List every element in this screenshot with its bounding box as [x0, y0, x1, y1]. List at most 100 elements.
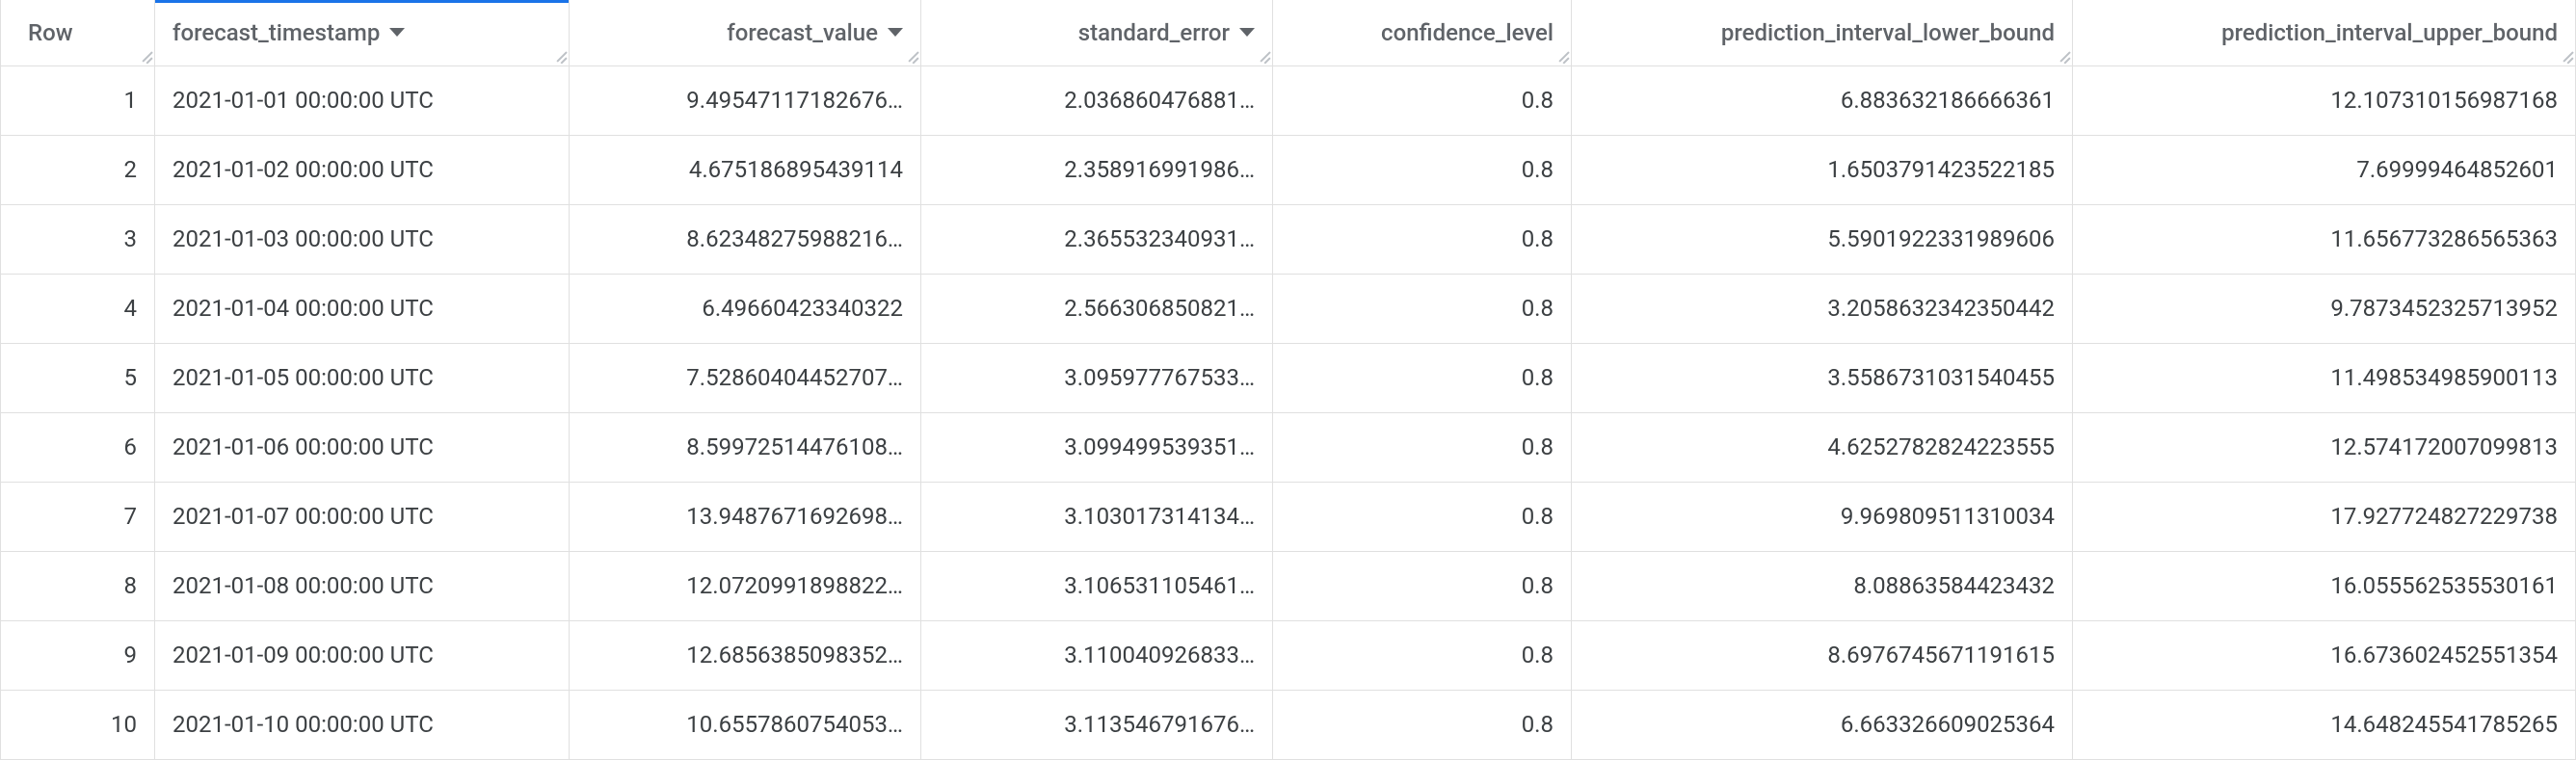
cell-cl: 0.8 — [1273, 620, 1572, 690]
table-row[interactable]: 72021-01-07 00:00:00 UTC13.9487671692698… — [1, 482, 2576, 551]
resize-handle-icon[interactable] — [135, 46, 152, 64]
table-row[interactable]: 32021-01-03 00:00:00 UTC8.62348275988216… — [1, 204, 2576, 274]
resize-handle-icon[interactable] — [1253, 46, 1270, 64]
table-row[interactable]: 102021-01-10 00:00:00 UTC10.655786075405… — [1, 690, 2576, 759]
cell-cl: 0.8 — [1273, 690, 1572, 759]
cell-row: 3 — [1, 204, 155, 274]
cell-ts: 2021-01-06 00:00:00 UTC — [155, 412, 570, 482]
cell-fv: 8.62348275988216… — [570, 204, 921, 274]
column-header-standard-error[interactable]: standard_error — [921, 0, 1273, 66]
resize-handle-icon[interactable] — [2556, 46, 2573, 64]
cell-upper: 7.69999464852601 — [2073, 135, 2576, 204]
cell-fv: 8.59972514476108… — [570, 412, 921, 482]
column-header-prediction-upper[interactable]: prediction_interval_upper_bound — [2073, 0, 2576, 66]
table-row[interactable]: 52021-01-05 00:00:00 UTC7.52860404452707… — [1, 343, 2576, 412]
column-header-forecast-timestamp[interactable]: forecast_timestamp — [155, 0, 570, 66]
cell-ts: 2021-01-02 00:00:00 UTC — [155, 135, 570, 204]
cell-fv: 12.6856385098352… — [570, 620, 921, 690]
cell-upper: 11.498534985900113 — [2073, 343, 2576, 412]
table-row[interactable]: 42021-01-04 00:00:00 UTC6.49660423340322… — [1, 274, 2576, 343]
cell-fv: 9.49547117182676… — [570, 66, 921, 135]
cell-upper: 11.656773286565363 — [2073, 204, 2576, 274]
cell-cl: 0.8 — [1273, 66, 1572, 135]
cell-row: 8 — [1, 551, 155, 620]
cell-lower: 6.663326609025364 — [1572, 690, 2073, 759]
resize-handle-icon[interactable] — [1552, 46, 1569, 64]
cell-row: 1 — [1, 66, 155, 135]
column-header-confidence-level[interactable]: confidence_level — [1273, 0, 1572, 66]
cell-lower: 1.6503791423522185 — [1572, 135, 2073, 204]
header-row: Row forecast_timestamp forecast_value — [1, 0, 2576, 66]
table-row[interactable]: 22021-01-02 00:00:00 UTC4.67518689543911… — [1, 135, 2576, 204]
cell-ts: 2021-01-10 00:00:00 UTC — [155, 690, 570, 759]
cell-se: 2.365532340931… — [921, 204, 1273, 274]
cell-upper: 9.7873452325713952 — [2073, 274, 2576, 343]
cell-lower: 5.5901922331989606 — [1572, 204, 2073, 274]
cell-upper: 16.055562535530161 — [2073, 551, 2576, 620]
column-header-row[interactable]: Row — [1, 0, 155, 66]
cell-ts: 2021-01-04 00:00:00 UTC — [155, 274, 570, 343]
table-row[interactable]: 82021-01-08 00:00:00 UTC12.0720991898822… — [1, 551, 2576, 620]
column-label: standard_error — [1078, 19, 1230, 46]
cell-fv: 10.6557860754053… — [570, 690, 921, 759]
cell-lower: 9.969809511310034 — [1572, 482, 2073, 551]
cell-se: 3.095977767533… — [921, 343, 1273, 412]
resize-handle-icon[interactable] — [549, 46, 567, 64]
cell-lower: 3.2058632342350442 — [1572, 274, 2073, 343]
cell-ts: 2021-01-03 00:00:00 UTC — [155, 204, 570, 274]
table-row[interactable]: 12021-01-01 00:00:00 UTC9.49547117182676… — [1, 66, 2576, 135]
cell-se: 3.113546791676… — [921, 690, 1273, 759]
column-header-prediction-lower[interactable]: prediction_interval_lower_bound — [1572, 0, 2073, 66]
cell-cl: 0.8 — [1273, 204, 1572, 274]
cell-se: 3.106531105461… — [921, 551, 1273, 620]
cell-fv: 13.9487671692698… — [570, 482, 921, 551]
sort-dropdown-icon[interactable] — [389, 28, 405, 37]
cell-row: 5 — [1, 343, 155, 412]
column-label: prediction_interval_upper_bound — [2221, 19, 2558, 46]
cell-se: 3.103017314134… — [921, 482, 1273, 551]
cell-lower: 6.883632186666361 — [1572, 66, 2073, 135]
cell-ts: 2021-01-01 00:00:00 UTC — [155, 66, 570, 135]
column-label: prediction_interval_lower_bound — [1721, 19, 2055, 46]
column-label: confidence_level — [1381, 19, 1554, 46]
cell-row: 6 — [1, 412, 155, 482]
results-table: Row forecast_timestamp forecast_value — [0, 0, 2576, 760]
cell-ts: 2021-01-07 00:00:00 UTC — [155, 482, 570, 551]
cell-cl: 0.8 — [1273, 135, 1572, 204]
cell-fv: 4.675186895439114 — [570, 135, 921, 204]
column-header-forecast-value[interactable]: forecast_value — [570, 0, 921, 66]
cell-ts: 2021-01-05 00:00:00 UTC — [155, 343, 570, 412]
cell-row: 2 — [1, 135, 155, 204]
resize-handle-icon[interactable] — [901, 46, 918, 64]
cell-row: 9 — [1, 620, 155, 690]
cell-upper: 12.574172007099813 — [2073, 412, 2576, 482]
cell-row: 7 — [1, 482, 155, 551]
cell-lower: 8.6976745671191615 — [1572, 620, 2073, 690]
cell-se: 2.036860476881… — [921, 66, 1273, 135]
cell-row: 10 — [1, 690, 155, 759]
cell-cl: 0.8 — [1273, 482, 1572, 551]
cell-se: 2.358916991986… — [921, 135, 1273, 204]
cell-fv: 7.52860404452707… — [570, 343, 921, 412]
cell-ts: 2021-01-09 00:00:00 UTC — [155, 620, 570, 690]
cell-lower: 8.08863584423432 — [1572, 551, 2073, 620]
cell-lower: 4.6252782824223555 — [1572, 412, 2073, 482]
cell-se: 3.099499539351… — [921, 412, 1273, 482]
cell-upper: 14.648245541785265 — [2073, 690, 2576, 759]
cell-upper: 12.107310156987168 — [2073, 66, 2576, 135]
cell-upper: 16.673602452551354 — [2073, 620, 2576, 690]
sort-dropdown-icon[interactable] — [1239, 28, 1255, 37]
cell-upper: 17.927724827229738 — [2073, 482, 2576, 551]
cell-cl: 0.8 — [1273, 412, 1572, 482]
cell-cl: 0.8 — [1273, 551, 1572, 620]
cell-row: 4 — [1, 274, 155, 343]
table-row[interactable]: 62021-01-06 00:00:00 UTC8.59972514476108… — [1, 412, 2576, 482]
column-label: forecast_timestamp — [173, 19, 380, 46]
sort-dropdown-icon[interactable] — [888, 28, 903, 37]
cell-cl: 0.8 — [1273, 343, 1572, 412]
cell-cl: 0.8 — [1273, 274, 1572, 343]
column-label: forecast_value — [727, 19, 878, 46]
cell-fv: 6.49660423340322 — [570, 274, 921, 343]
resize-handle-icon[interactable] — [2053, 46, 2070, 64]
table-row[interactable]: 92021-01-09 00:00:00 UTC12.6856385098352… — [1, 620, 2576, 690]
